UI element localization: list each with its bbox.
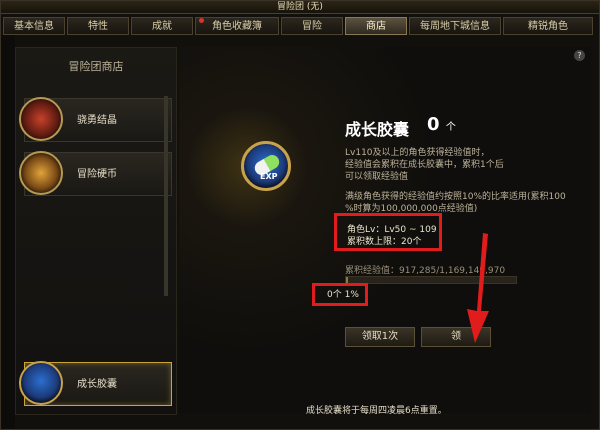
item-count: 0 个 (427, 114, 456, 135)
window-title: 冒险团 (无) (1, 1, 599, 14)
description-line: 可以领取经验值 (345, 172, 409, 182)
shop-item-growth-capsule[interactable]: 成长胶囊 (19, 361, 172, 406)
tab-adventure[interactable]: 冒险 (281, 17, 343, 35)
shop-item-adventure-coin[interactable]: 冒险硬币 (19, 151, 172, 196)
shop-sidebar: 冒险团商店 骁勇结晶 冒险硬币 成长胶囊 (15, 47, 177, 415)
tab-label: 精锐角色 (528, 21, 568, 32)
description-line: 满级角色获得的经验值约按照10%的比率适用(累积100 (345, 192, 566, 202)
tab-elite-characters[interactable]: 精锐角色 (503, 17, 593, 35)
tab-label: 商店 (366, 21, 386, 32)
tab-label: 冒险 (302, 21, 322, 32)
tab-label: 成就 (152, 21, 172, 32)
tab-label: 基本信息 (14, 21, 54, 32)
exp-capsule-icon (19, 361, 63, 405)
notification-dot-icon (199, 18, 204, 23)
tab-weekly-dungeon-info[interactable]: 每周地下城信息 (409, 17, 501, 35)
tab-label: 特性 (88, 21, 108, 32)
tab-basic-info[interactable]: 基本信息 (3, 17, 65, 35)
tab-achievements[interactable]: 成就 (131, 17, 193, 35)
shop-item-label: 冒险硬币 (77, 169, 117, 180)
exp-capsule-icon: EXP (241, 141, 291, 191)
tab-traits[interactable]: 特性 (67, 17, 129, 35)
max-stack: 累积数上限：20个 (347, 237, 422, 247)
scrollbar[interactable] (164, 96, 168, 296)
annotation-arrow-icon (467, 233, 489, 343)
red-crystal-icon (19, 97, 63, 141)
left-edge (1, 35, 15, 429)
item-title: 成长胶囊 (345, 120, 410, 139)
tab-label: 角色收藏簿 (212, 21, 262, 32)
help-button[interactable]: ? (574, 50, 585, 61)
tab-label: 每周地下城信息 (420, 21, 490, 32)
reset-notice: 成长胶囊将于每周四凌晨6点重置。 (306, 406, 447, 416)
item-count-unit: 个 (445, 122, 456, 133)
description-line: Lv110及以上的角色获得经验值时， (345, 148, 490, 158)
item-count-value: 0 (427, 114, 440, 135)
tab-character-collection[interactable]: 角色收藏簿 (195, 17, 279, 35)
shop-item-valor-crystal[interactable]: 骁勇结晶 (19, 97, 172, 142)
adventure-team-window: 冒险团 (无) 基本信息 特性 成就 角色收藏簿 冒险 商店 每周地下城信息 精… (0, 0, 600, 430)
description-line: 经验值会累积在成长胶囊中，累积1个后 (345, 160, 504, 170)
shop-item-label: 成长胶囊 (77, 379, 117, 390)
tab-shop[interactable]: 商店 (345, 17, 407, 35)
exp-badge-icon: EXP (260, 172, 278, 181)
tab-bar: 基本信息 特性 成就 角色收藏簿 冒险 商店 每周地下城信息 精锐角色 (3, 17, 599, 35)
progress-text: 0个 1% (327, 290, 359, 300)
shop-item-label: 骁勇结晶 (77, 115, 117, 126)
shop-title: 冒险团商店 (68, 60, 124, 73)
claim-once-button[interactable]: 领取1次 (345, 327, 415, 347)
treasure-chest-icon (19, 151, 63, 195)
